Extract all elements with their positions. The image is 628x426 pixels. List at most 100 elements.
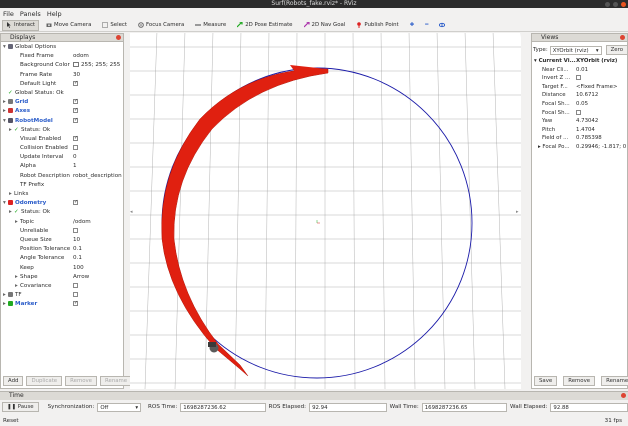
display-row-value-text[interactable]: 0	[73, 154, 77, 160]
reset-link[interactable]: Reset	[3, 418, 19, 424]
display-row[interactable]: ▸ ✓ Status: Ok	[1, 208, 123, 217]
view-row[interactable]: Distance 10.6712	[532, 91, 628, 100]
display-row[interactable]: Default Light	[1, 80, 123, 89]
menu-file[interactable]: File	[3, 10, 14, 18]
checkbox[interactable]	[576, 109, 581, 115]
views-tree[interactable]: ▾ Current Vi... XYOrbit (rviz) Near Cli...…	[532, 57, 628, 152]
remove-display-button[interactable]: Remove	[65, 376, 98, 386]
display-row[interactable]: Unreliable	[1, 227, 123, 236]
display-row[interactable]: ▸ TF	[1, 291, 123, 300]
wall-elapsed-field[interactable]: 92.88	[550, 402, 628, 412]
display-row-value-text[interactable]: robot_description	[73, 173, 122, 179]
remove-tool-button[interactable]: ━	[421, 20, 432, 31]
display-row-value-text[interactable]: 0.1	[73, 255, 82, 261]
display-row[interactable]: Frame Rate 30	[1, 71, 123, 80]
checkbox[interactable]	[576, 75, 581, 81]
view-row[interactable]: Target F... <Fixed Frame>	[532, 83, 628, 92]
view-row-value-text[interactable]: 0.05	[576, 101, 588, 107]
view-row[interactable]: Invert Z ...	[532, 74, 628, 83]
display-row[interactable]: ▸ Axes	[1, 107, 123, 116]
add-tool-button[interactable]: ✚	[406, 20, 419, 31]
view-row-value-text[interactable]: 0.29946; -1.817; 0	[576, 144, 626, 150]
measure-tool-button[interactable]: Measure	[191, 20, 230, 31]
rename-view-button[interactable]: Rename	[601, 376, 628, 386]
display-row[interactable]: TF Prefix	[1, 181, 123, 190]
view-row[interactable]: Focal Sh... 0.05	[532, 100, 628, 109]
display-row-value-text[interactable]: 0.1	[73, 246, 82, 252]
interact-tool-button[interactable]: Interact	[2, 19, 40, 31]
display-row-value-text[interactable]: 255; 255; 255	[81, 62, 120, 68]
display-row-value-text[interactable]: odom	[73, 53, 89, 59]
display-row[interactable]: Update Interval 0	[1, 153, 123, 162]
display-row-value-text[interactable]: 1	[73, 163, 77, 169]
display-row[interactable]: ▸ Grid	[1, 98, 123, 107]
duplicate-display-button[interactable]: Duplicate	[26, 376, 63, 386]
display-row[interactable]: Background Color 255; 255; 255	[1, 61, 123, 70]
pose-estimate-tool-button[interactable]: 2D Pose Estimate	[233, 20, 296, 31]
move-camera-tool-button[interactable]: Move Camera	[42, 20, 95, 31]
display-row[interactable]: ▸ Marker	[1, 300, 123, 309]
view-row-value-text[interactable]: 0.01	[576, 67, 588, 73]
view-row[interactable]: Pitch 1.4704	[532, 126, 628, 135]
view-row-value-text[interactable]: 0.785398	[576, 135, 602, 141]
view-row[interactable]: ▸ Focal Po... 0.29946; -1.817; 0	[532, 143, 628, 152]
remove-view-button[interactable]: Remove	[563, 376, 596, 386]
add-display-button[interactable]: Add	[3, 376, 24, 386]
maximize-button[interactable]	[613, 1, 618, 7]
view-row-value-text[interactable]: 10.6712	[576, 92, 598, 98]
display-row[interactable]: ▾ Global Options	[1, 43, 123, 52]
save-view-button[interactable]: Save	[534, 376, 558, 386]
close-panel-icon[interactable]	[621, 393, 626, 398]
view-row[interactable]: Field of ... 0.785398	[532, 134, 628, 143]
sync-select[interactable]: Off ▾	[97, 402, 142, 412]
3d-viewport[interactable]: ◂ ▸	[130, 33, 521, 389]
checkbox[interactable]	[73, 282, 78, 288]
displays-tree[interactable]: ▾ Global Options Fixed Frame odom Background…	[1, 43, 123, 309]
checkbox[interactable]	[73, 227, 78, 233]
checkbox[interactable]	[73, 300, 78, 308]
display-row[interactable]: ▾ Odometry	[1, 199, 123, 208]
view-row[interactable]: ▾ Current Vi... XYOrbit (rviz)	[532, 57, 628, 66]
display-row-value-text[interactable]: 10	[73, 237, 80, 243]
display-row-value-text[interactable]: 30	[73, 72, 80, 78]
checkbox[interactable]	[73, 117, 78, 125]
checkbox[interactable]	[73, 292, 78, 298]
close-button[interactable]	[621, 1, 626, 7]
focus-camera-tool-button[interactable]: Focus Camera	[134, 20, 188, 31]
wall-time-field[interactable]: 1698287236.65	[421, 402, 508, 412]
checkbox[interactable]	[73, 199, 78, 207]
checkbox[interactable]	[73, 135, 78, 143]
display-row[interactable]: Queue Size 10	[1, 236, 123, 245]
view-row[interactable]: Near Cli... 0.01	[532, 66, 628, 75]
menu-help[interactable]: Help	[47, 10, 62, 18]
display-row[interactable]: ▾ RobotModel	[1, 117, 123, 126]
view-row-value-text[interactable]: XYOrbit (rviz)	[576, 58, 617, 64]
ros-elapsed-field[interactable]: 92.94	[309, 402, 387, 412]
display-row[interactable]: ▸ Topic/odom	[1, 218, 123, 227]
checkbox[interactable]	[73, 145, 78, 151]
display-row-value-text[interactable]: /odom	[73, 219, 91, 225]
display-row[interactable]: ▸ Links	[1, 190, 123, 199]
checkbox[interactable]	[73, 107, 78, 116]
display-row-value-text[interactable]: Arrow	[73, 274, 89, 280]
close-panel-icon[interactable]	[620, 35, 625, 40]
close-panel-icon[interactable]	[116, 35, 121, 40]
view-row[interactable]: Yaw 4.73042	[532, 117, 628, 126]
render-canvas[interactable]: ◂ ▸	[130, 33, 521, 389]
view-row-value-text[interactable]: 1.4704	[576, 127, 595, 133]
publish-point-tool-button[interactable]: Publish Point	[352, 20, 402, 31]
pause-button[interactable]: ❚❚ Pause	[2, 402, 39, 412]
display-row[interactable]: Robot Description robot_description	[1, 172, 123, 181]
checkbox[interactable]	[73, 80, 78, 88]
menu-panels[interactable]: Panels	[20, 10, 41, 18]
display-row[interactable]: Keep 100	[1, 264, 123, 273]
minimize-button[interactable]	[605, 1, 610, 7]
zero-button[interactable]: Zero	[605, 45, 628, 55]
view-row-value-text[interactable]: <Fixed Frame>	[576, 84, 618, 90]
ros-time-field[interactable]: 1698287236.62	[180, 402, 266, 412]
view-row[interactable]: Focal Sh...	[532, 109, 628, 118]
display-row[interactable]: ✓ Global Status: Ok	[1, 89, 123, 98]
color-swatch[interactable]	[73, 62, 79, 68]
nav-goal-tool-button[interactable]: 2D Nav Goal	[300, 20, 350, 31]
display-row[interactable]: Alpha 1	[1, 162, 123, 171]
